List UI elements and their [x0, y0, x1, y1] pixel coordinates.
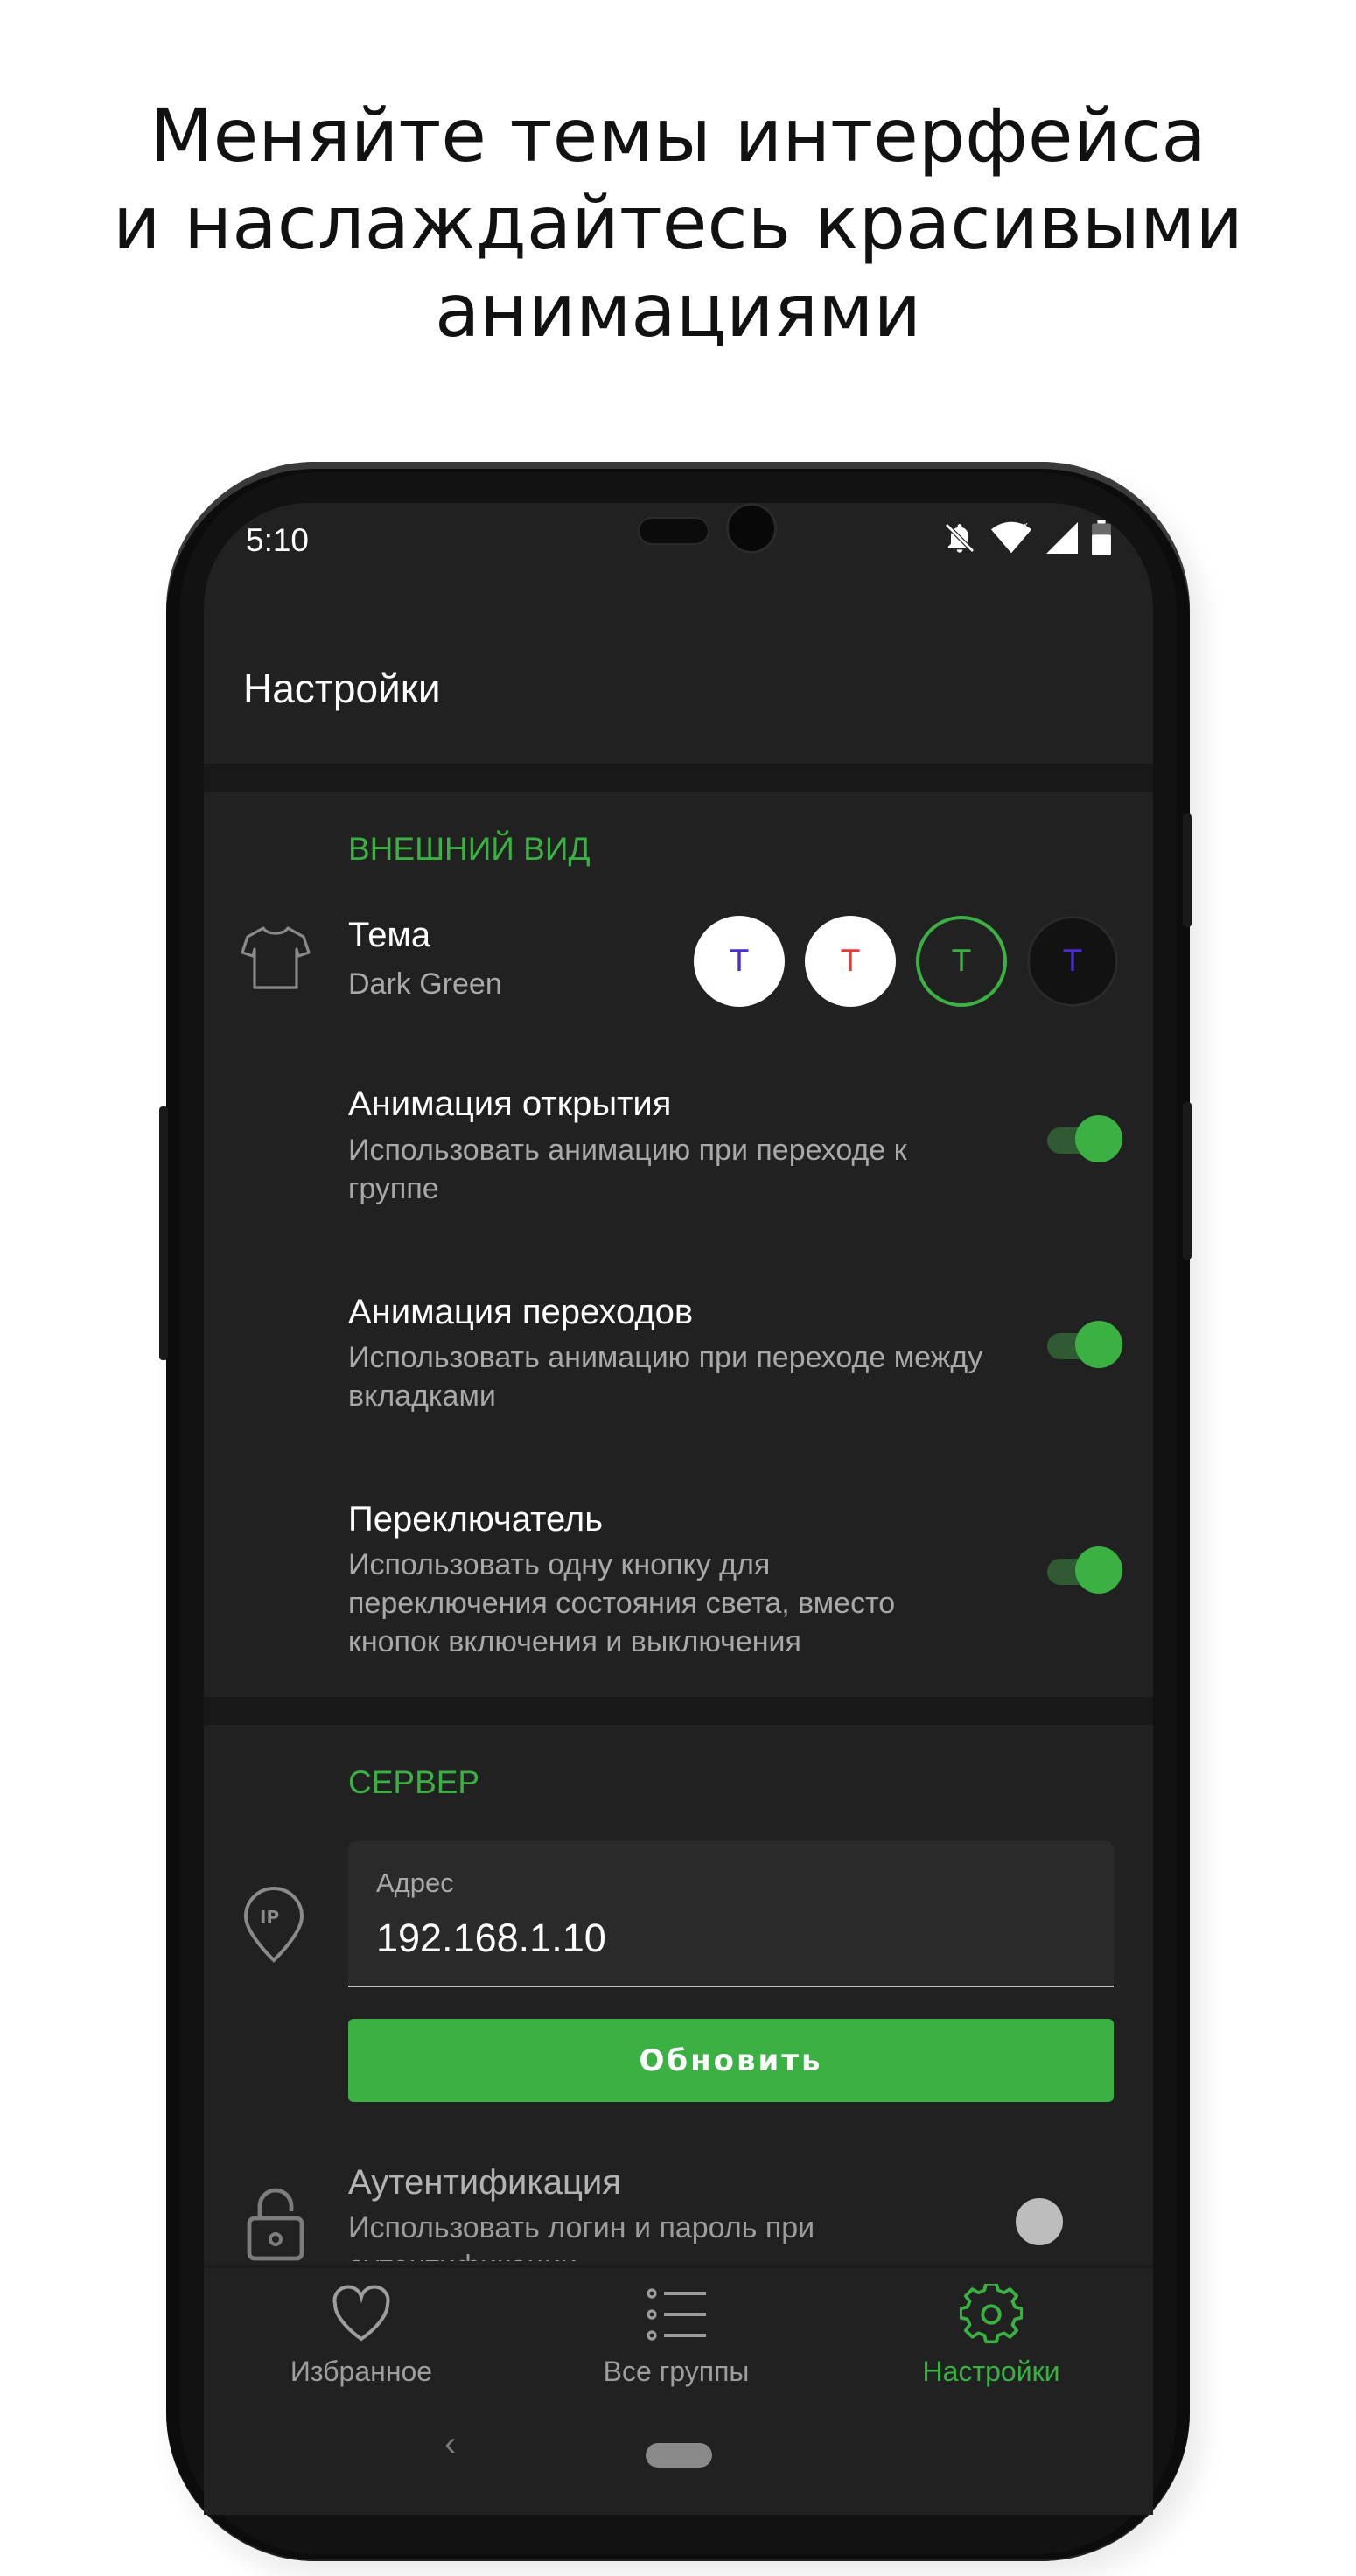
headline-line-1: Меняйте темы интерфейса — [150, 93, 1206, 178]
page-title: Настройки — [243, 666, 441, 711]
status-time: 5:10 — [246, 522, 310, 558]
theme-title: Тема — [348, 916, 431, 954]
power-button-top — [1183, 813, 1192, 927]
home-gesture-pill[interactable] — [646, 2443, 712, 2468]
nav-item-all-groups[interactable]: Все группы — [545, 2284, 807, 2388]
theme-swatch-1[interactable]: T — [694, 916, 785, 1007]
transition-animation-subtitle: Использовать анимацию при переходе между… — [348, 1341, 983, 1413]
transition-animation-title: Анимация переходов — [348, 1293, 694, 1331]
front-camera — [729, 506, 774, 551]
earpiece-speaker — [640, 519, 708, 543]
address-field[interactable]: Адрес 192.168.1.10 — [348, 1841, 1114, 1987]
theme-value: Dark Green — [348, 967, 502, 1001]
switch-thumb — [1075, 1115, 1122, 1162]
switch-thumb — [1075, 1321, 1122, 1368]
update-button[interactable]: Обновить — [348, 2019, 1114, 2102]
auth-subtitle: Использовать логин и пароль при аутентиф… — [348, 2211, 815, 2261]
bell-off-icon — [944, 523, 975, 553]
switch-thumb — [1075, 1546, 1122, 1594]
toggle-switch-subtitle: Использовать одну кнопку для переключени… — [348, 1548, 896, 1658]
nav-item-settings[interactable]: Настройки — [860, 2284, 1122, 2388]
nav-label-settings: Настройки — [922, 2356, 1060, 2387]
heart-icon — [332, 2285, 390, 2342]
section-divider — [204, 764, 1153, 792]
lock-icon — [246, 2187, 305, 2266]
back-gesture-icon[interactable]: ‹ — [444, 2425, 456, 2464]
theme-swatch-3[interactable]: T — [916, 916, 1007, 1007]
bottom-navigation: Избранное Все группы Настройки — [204, 2265, 1153, 2443]
auth-toggle[interactable] — [1016, 2198, 1094, 2247]
headline-line-3: анимациями — [434, 268, 922, 353]
tshirt-icon — [241, 925, 311, 995]
volume-button — [159, 1106, 168, 1360]
toggle-switch-title: Переключатель — [348, 1500, 604, 1539]
open-animation-toggle[interactable] — [1044, 1115, 1122, 1164]
toggle-switch-toggle[interactable] — [1044, 1546, 1122, 1595]
list-icon — [647, 2288, 706, 2341]
switch-thumb — [1016, 2198, 1063, 2245]
power-button — [1183, 1102, 1192, 1260]
svg-text:x: x — [1024, 521, 1029, 531]
transition-animation-toggle[interactable] — [1044, 1321, 1122, 1370]
gear-icon — [960, 2284, 1023, 2344]
battery-icon — [1092, 520, 1111, 555]
nav-label-all-groups: Все группы — [603, 2356, 750, 2387]
svg-text:IP: IP — [260, 1907, 279, 1928]
section-title-server: СЕРВЕР — [348, 1764, 480, 1800]
nav-label-favorites: Избранное — [290, 2356, 433, 2387]
ip-pin-icon: IP — [241, 1887, 307, 1968]
section-title-appearance: ВНЕШНИЙ ВИД — [348, 831, 591, 867]
theme-swatch-2[interactable]: T — [805, 916, 896, 1007]
address-label: Адрес — [376, 1867, 454, 1898]
phone-screen: 5:10 x Настройки ВНЕШНИЙ ВИД Тема Dark G… — [204, 503, 1153, 2515]
status-icons: x — [932, 520, 1111, 559]
open-animation-subtitle: Использовать анимацию при переходе к гру… — [348, 1134, 907, 1205]
promo-headline: Меняйте темы интерфейса и наслаждайтесь … — [0, 92, 1356, 354]
address-value[interactable]: 192.168.1.10 — [376, 1916, 606, 1961]
signal-icon — [1045, 522, 1078, 554]
nav-item-favorites[interactable]: Избранное — [230, 2284, 493, 2388]
theme-swatch-4[interactable]: T — [1027, 916, 1118, 1007]
headline-line-2: и наслаждайтесь красивыми — [113, 180, 1243, 266]
auth-title: Аутентификация — [348, 2163, 621, 2202]
open-animation-title: Анимация открытия — [348, 1085, 672, 1123]
wifi-icon: x — [991, 521, 1032, 554]
section-divider — [204, 1697, 1153, 1725]
